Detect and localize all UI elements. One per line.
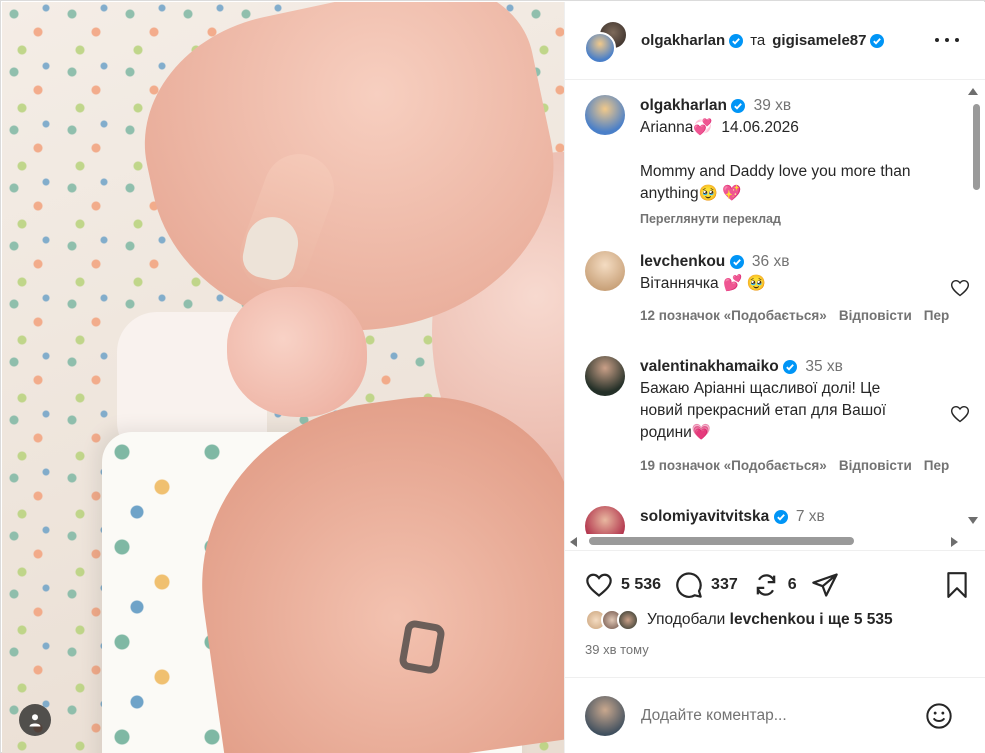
see-translation-link[interactable]: Переглянути переклад — [640, 208, 950, 230]
comment-username[interactable]: solomiyavitvitska — [640, 508, 769, 525]
caption-line-1: Arianna💞 14.06.2026 — [640, 119, 799, 136]
more-horizontal-icon — [935, 38, 939, 42]
reposts-count[interactable]: 6 — [788, 576, 797, 594]
comment-body: solomiyavitvitska 7 хв — [640, 506, 950, 528]
liker-avatars[interactable] — [585, 609, 643, 631]
scroll-left-arrow-icon[interactable] — [570, 537, 577, 547]
coauthor-joiner: та — [750, 32, 766, 49]
repost-button[interactable]: 6 — [752, 571, 797, 599]
scroll-up-arrow-icon[interactable] — [968, 88, 978, 95]
comment-composer — [565, 677, 985, 753]
post-photo[interactable] — [2, 2, 564, 753]
more-dot — [955, 38, 959, 42]
caption-time[interactable]: 39 хв — [754, 97, 792, 114]
verified-badge-icon — [783, 359, 798, 374]
tagged-users-button[interactable] — [19, 704, 51, 736]
comment-meta: 19 позначок «Подобається» Відповісти Пер — [640, 458, 949, 473]
baby-hand — [227, 287, 367, 417]
liked-by-row: Уподобали levchenkou і ще 5 535 — [585, 609, 893, 631]
comment-button[interactable]: 337 — [675, 571, 738, 599]
post-modal: olgakharlan та gigisamele87 olgakharlan … — [0, 0, 985, 753]
comment-meta: 12 позначок «Подобається» Відповісти Пер — [640, 308, 949, 323]
comment-time[interactable]: 36 хв — [752, 253, 790, 270]
more-dot — [945, 38, 949, 42]
verified-badge-icon — [870, 33, 885, 48]
heart-icon[interactable] — [950, 404, 970, 424]
more-options-button[interactable] — [935, 30, 959, 50]
horizontal-scrollbar[interactable] — [567, 534, 967, 548]
post-header: olgakharlan та gigisamele87 — [565, 2, 985, 80]
comment-text: Бажаю Аріанні щасливої долі! Це новий пр… — [640, 380, 887, 441]
comments-count[interactable]: 337 — [711, 576, 738, 594]
comment-likes-count[interactable]: 19 позначок «Подобається» — [640, 458, 827, 473]
share-button[interactable] — [811, 571, 839, 599]
reply-button[interactable]: Відповісти — [839, 458, 912, 473]
author-avatars[interactable] — [584, 20, 628, 64]
comment-username[interactable]: levchenkou — [640, 253, 725, 270]
liked-by-user[interactable]: levchenkou — [730, 611, 815, 628]
liked-by-prefix: Уподобали — [647, 611, 726, 628]
current-user-avatar — [585, 696, 625, 736]
bookmark-icon — [947, 572, 967, 598]
comment-body: levchenkou 36 хв Вітаннячка 💕 🥹 — [640, 251, 950, 295]
author-username[interactable]: olgakharlan — [641, 32, 725, 49]
comment-avatar[interactable] — [585, 356, 625, 396]
comments-list[interactable]: olgakharlan 39 хв Arianna💞 14.06.2026 Mo… — [565, 81, 985, 534]
comment-body: valentinakhamaiko 35 хв Бажаю Аріанні ща… — [640, 356, 950, 444]
verified-badge-icon — [731, 98, 746, 113]
caption-avatar[interactable] — [585, 95, 625, 135]
comment-likes-count[interactable]: 12 позначок «Подобається» — [640, 308, 827, 323]
post-timestamp[interactable]: 39 хв тому — [585, 642, 649, 657]
heart-icon — [586, 573, 612, 597]
comment-overflow-link[interactable]: Пер — [924, 308, 949, 323]
caption-body: olgakharlan 39 хв Arianna💞 14.06.2026 Mo… — [640, 95, 950, 230]
smiley-icon — [926, 703, 952, 729]
like-button[interactable]: 5 536 — [585, 571, 661, 599]
repost-icon — [756, 574, 776, 596]
comment-text: Вітаннячка 💕 🥹 — [640, 275, 766, 292]
liked-by-text: Уподобали levchenkou і ще 5 535 — [647, 611, 893, 629]
person-icon — [29, 714, 41, 727]
verified-badge-icon — [773, 509, 788, 524]
caption-username[interactable]: olgakharlan — [640, 97, 727, 114]
verified-badge-icon — [729, 254, 744, 269]
caption-line-2: Mommy and Daddy love you more than anyth… — [640, 163, 911, 202]
vertical-scrollbar[interactable] — [968, 82, 984, 524]
comment-input[interactable] — [641, 704, 911, 728]
comment-avatar[interactable] — [585, 251, 625, 291]
author-avatar[interactable] — [584, 32, 616, 64]
likes-count[interactable]: 5 536 — [621, 576, 661, 594]
save-button[interactable] — [944, 571, 970, 604]
comment-overflow-link[interactable]: Пер — [924, 458, 949, 473]
heart-icon[interactable] — [950, 278, 970, 298]
horizontal-scroll-thumb[interactable] — [589, 537, 854, 545]
action-row: 5 536 337 6 — [585, 569, 970, 601]
coauthor-username[interactable]: gigisamele87 — [772, 32, 866, 49]
header-usernames: olgakharlan та gigisamele87 — [641, 32, 885, 49]
paper-plane-icon — [811, 573, 838, 597]
post-sidebar: olgakharlan та gigisamele87 olgakharlan … — [564, 2, 985, 753]
scroll-right-arrow-icon[interactable] — [951, 537, 958, 547]
verified-badge-icon — [729, 33, 744, 48]
scroll-down-arrow-icon[interactable] — [968, 517, 978, 524]
liked-by-others[interactable]: і ще 5 535 — [819, 611, 892, 628]
reply-button[interactable]: Відповісти — [839, 308, 912, 323]
post-actions: 5 536 337 6 Уподобали levchenkou і ще 5 … — [565, 550, 985, 670]
comment-time[interactable]: 35 хв — [805, 358, 843, 375]
liker-avatar[interactable] — [617, 609, 639, 631]
comment-username[interactable]: valentinakhamaiko — [640, 358, 779, 375]
comment-avatar[interactable] — [585, 506, 625, 534]
comment-time[interactable]: 7 хв — [796, 508, 825, 525]
vertical-scroll-thumb[interactable] — [973, 104, 980, 190]
comment-bubble-icon — [676, 572, 702, 598]
emoji-picker-button[interactable] — [925, 702, 953, 735]
